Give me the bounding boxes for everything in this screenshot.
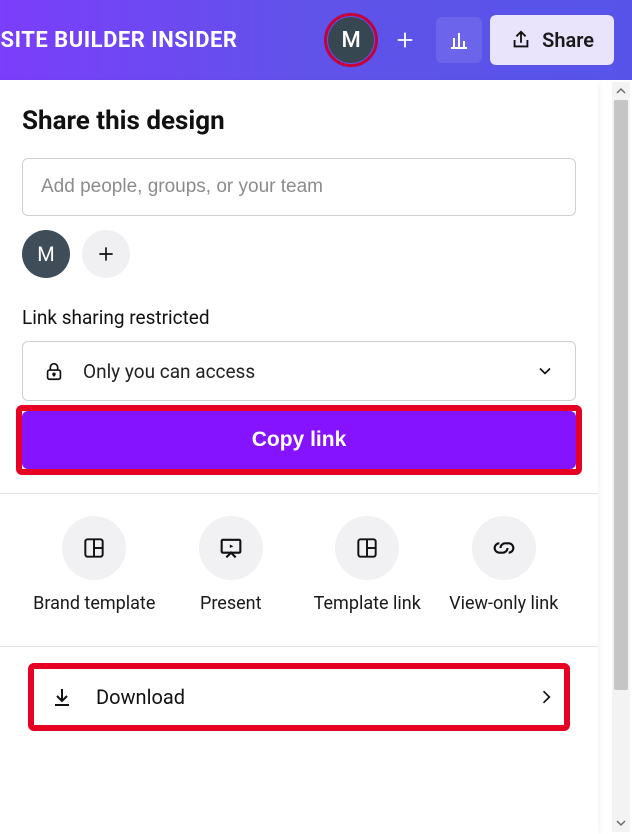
copy-link-wrap: Copy link	[22, 411, 576, 469]
link-icon	[490, 534, 518, 562]
action-present[interactable]: Present	[165, 516, 297, 616]
add-collaborator-button[interactable]	[382, 17, 428, 63]
scroll-up-arrow[interactable]	[612, 82, 630, 100]
share-button-label: Share	[542, 28, 594, 52]
scrollbar[interactable]	[612, 82, 630, 832]
panel-title: Share this design	[22, 106, 576, 136]
plus-icon	[394, 29, 416, 51]
action-brand-template[interactable]: Brand template	[28, 516, 160, 616]
user-chip-initial: M	[37, 242, 54, 266]
lock-icon	[43, 358, 65, 384]
plus-icon	[96, 244, 116, 264]
bar-chart-icon	[447, 28, 471, 52]
action-label: Template link	[314, 592, 421, 616]
chevron-down-icon	[535, 361, 555, 381]
annotation-highlight	[28, 663, 570, 731]
upload-icon	[510, 29, 532, 51]
user-chip[interactable]: M	[22, 230, 70, 278]
layout-icon	[81, 535, 107, 561]
share-actions-row: Brand template Present	[22, 494, 576, 616]
app-header: BSITE BUILDER INSIDER M Share	[0, 0, 632, 80]
people-input[interactable]	[22, 158, 576, 216]
action-template-link[interactable]: Template link	[301, 516, 433, 616]
scroll-down-arrow[interactable]	[612, 814, 630, 832]
avatar-highlight-ring	[324, 13, 378, 67]
add-people-chip[interactable]	[82, 230, 130, 278]
layout-icon	[354, 535, 380, 561]
access-select-value: Only you can access	[83, 360, 255, 383]
action-label: Present	[200, 592, 262, 616]
action-label: View-only link	[449, 592, 558, 616]
link-sharing-label: Link sharing restricted	[22, 306, 576, 329]
brand-name: BSITE BUILDER INSIDER	[0, 28, 238, 53]
share-panel: Share this design M Link sharing restric…	[0, 80, 598, 834]
action-view-only-link[interactable]: View-only link	[438, 516, 570, 616]
divider	[0, 646, 598, 647]
action-label: Brand template	[33, 592, 155, 616]
scrollbar-thumb[interactable]	[614, 100, 628, 690]
user-avatar[interactable]: M	[328, 17, 374, 63]
people-chips: M	[22, 230, 576, 278]
analytics-button[interactable]	[436, 17, 482, 63]
share-button[interactable]: Share	[490, 15, 614, 65]
annotation-highlight	[16, 405, 582, 475]
presentation-icon	[217, 534, 245, 562]
access-select[interactable]: Only you can access	[22, 341, 576, 401]
download-row-wrap: Download	[22, 665, 576, 729]
